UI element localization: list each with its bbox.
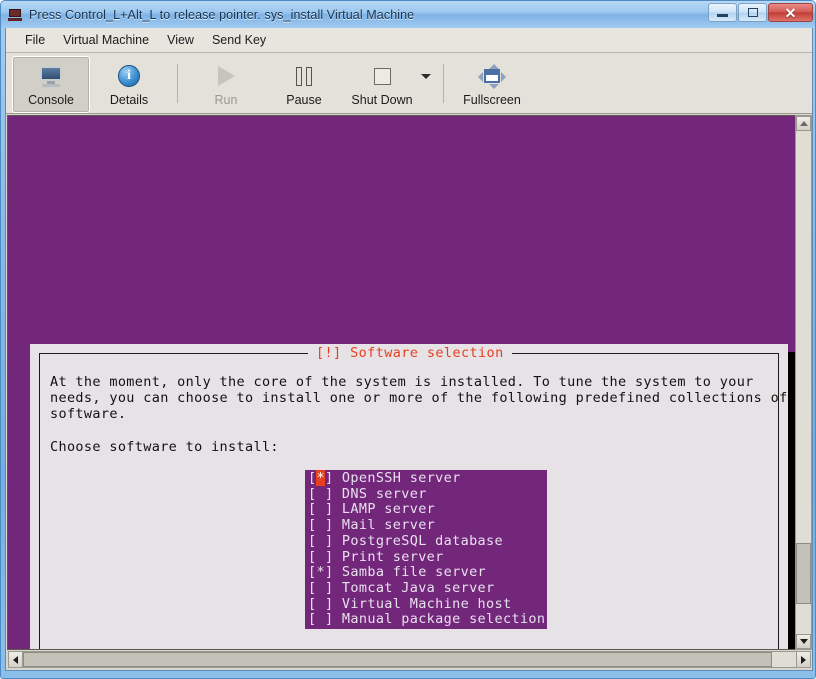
software-option-row[interactable]: [ ] DNS server: [305, 487, 547, 503]
window-title: Press Control_L+Alt_L to release pointer…: [29, 8, 414, 22]
software-option-row[interactable]: [ ] Virtual Machine host: [305, 597, 547, 613]
software-option-row[interactable]: [ ] LAMP server: [305, 502, 547, 518]
toolbar-button-fullscreen-label: Fullscreen: [463, 93, 521, 107]
toolbar-separator: [443, 64, 444, 103]
toolbar-button-console[interactable]: Console: [12, 56, 90, 113]
software-option-label: [ ] DNS server: [308, 486, 545, 502]
window-titlebar[interactable]: Press Control_L+Alt_L to release pointer…: [1, 1, 816, 28]
toolbar-button-run: Run: [187, 56, 265, 113]
application-window: Press Control_L+Alt_L to release pointer…: [0, 0, 816, 679]
menu-item-view[interactable]: View: [158, 31, 203, 49]
minimize-button[interactable]: [708, 3, 737, 22]
dialog-paragraph: At the moment, only the core of the syst…: [50, 374, 768, 422]
software-option-row[interactable]: [ ] Tomcat Java server: [305, 581, 547, 597]
toolbar-button-shut-down-label: Shut Down: [351, 93, 412, 107]
scroll-right-arrow[interactable]: [796, 651, 811, 668]
virt-manager-client: File Virtual Machine View Send Key Conso…: [5, 28, 813, 671]
software-option-label: [*] Samba file server: [308, 564, 545, 580]
stop-square-icon: [365, 62, 399, 90]
shut-down-dropdown-button[interactable]: [421, 56, 434, 113]
vm-console-viewport[interactable]: [!] Software selection At the moment, on…: [7, 115, 795, 650]
computer-icon: [7, 7, 25, 23]
toolbar-button-run-label: Run: [215, 93, 238, 107]
toolbar-separator: [177, 64, 178, 103]
software-option-label: [ ] LAMP server: [308, 501, 545, 517]
window-controls: ✕: [708, 3, 813, 22]
scroll-up-arrow[interactable]: [796, 116, 811, 131]
console-area: [!] Software selection At the moment, on…: [6, 114, 812, 650]
info-icon: i: [112, 62, 146, 90]
close-icon: ✕: [785, 6, 797, 20]
software-option-row[interactable]: [*] OpenSSH server: [305, 471, 547, 487]
software-option-label: [ ] Tomcat Java server: [308, 580, 545, 596]
vertical-scroll-thumb[interactable]: [796, 543, 811, 603]
dialog-title: [!] Software selection: [308, 344, 512, 362]
horizontal-scrollbar[interactable]: [8, 651, 811, 668]
close-button[interactable]: ✕: [768, 3, 813, 22]
software-option-label: [ ] Manual package selection: [308, 611, 545, 627]
maximize-button[interactable]: [738, 3, 767, 22]
menubar: File Virtual Machine View Send Key: [6, 28, 812, 53]
toolbar: Console i Details Run Pause: [6, 53, 812, 114]
software-option-row[interactable]: [ ] PostgreSQL database: [305, 534, 547, 550]
continue-button[interactable]: <Continue>: [30, 644, 788, 650]
fullscreen-icon: [475, 62, 509, 90]
play-icon: [209, 62, 243, 90]
menu-item-send-key[interactable]: Send Key: [203, 31, 275, 49]
toolbar-button-shut-down[interactable]: Shut Down: [343, 56, 421, 113]
dialog-shadow-right: [788, 352, 795, 650]
software-option-label: ] OpenSSH server: [325, 470, 545, 486]
toolbar-button-pause[interactable]: Pause: [265, 56, 343, 113]
software-option-row[interactable]: [*] Samba file server: [305, 565, 547, 581]
toolbar-button-fullscreen[interactable]: Fullscreen: [453, 56, 531, 113]
software-option-label: [ ] Virtual Machine host: [308, 596, 545, 612]
menu-item-virtual-machine[interactable]: Virtual Machine: [54, 31, 158, 49]
software-option-row[interactable]: [ ] Manual package selection: [305, 612, 547, 628]
software-option-row[interactable]: [ ] Mail server: [305, 518, 547, 534]
toolbar-button-pause-label: Pause: [286, 93, 321, 107]
vertical-scroll-track[interactable]: [796, 131, 811, 634]
scroll-down-arrow[interactable]: [796, 634, 811, 649]
software-option-label: [ ] PostgreSQL database: [308, 533, 545, 549]
vertical-scrollbar[interactable]: [795, 115, 812, 650]
maximize-icon: [748, 8, 758, 17]
toolbar-button-console-label: Console: [28, 93, 74, 107]
scroll-left-arrow[interactable]: [8, 651, 23, 668]
software-option-row[interactable]: [ ] Print server: [305, 550, 547, 566]
menu-item-file[interactable]: File: [16, 31, 54, 49]
minimize-icon: [717, 14, 728, 17]
horizontal-scroll-track[interactable]: [23, 651, 796, 668]
dialog-prompt: Choose software to install:: [50, 439, 279, 455]
chevron-down-icon: [421, 74, 431, 79]
toolbar-button-details-label: Details: [110, 93, 148, 107]
software-option-label: [ ] Print server: [308, 549, 545, 565]
monitor-icon: [34, 62, 68, 90]
pause-icon: [287, 62, 321, 90]
software-options-list[interactable]: [*] OpenSSH server [ ] DNS server [ ] LA…: [305, 470, 547, 629]
toolbar-button-details[interactable]: i Details: [90, 56, 168, 113]
software-selection-dialog: [!] Software selection At the moment, on…: [30, 344, 788, 650]
selection-cursor: *: [316, 470, 324, 486]
software-option-label: [ ] Mail server: [308, 517, 545, 533]
horizontal-scroll-thumb[interactable]: [23, 652, 772, 667]
